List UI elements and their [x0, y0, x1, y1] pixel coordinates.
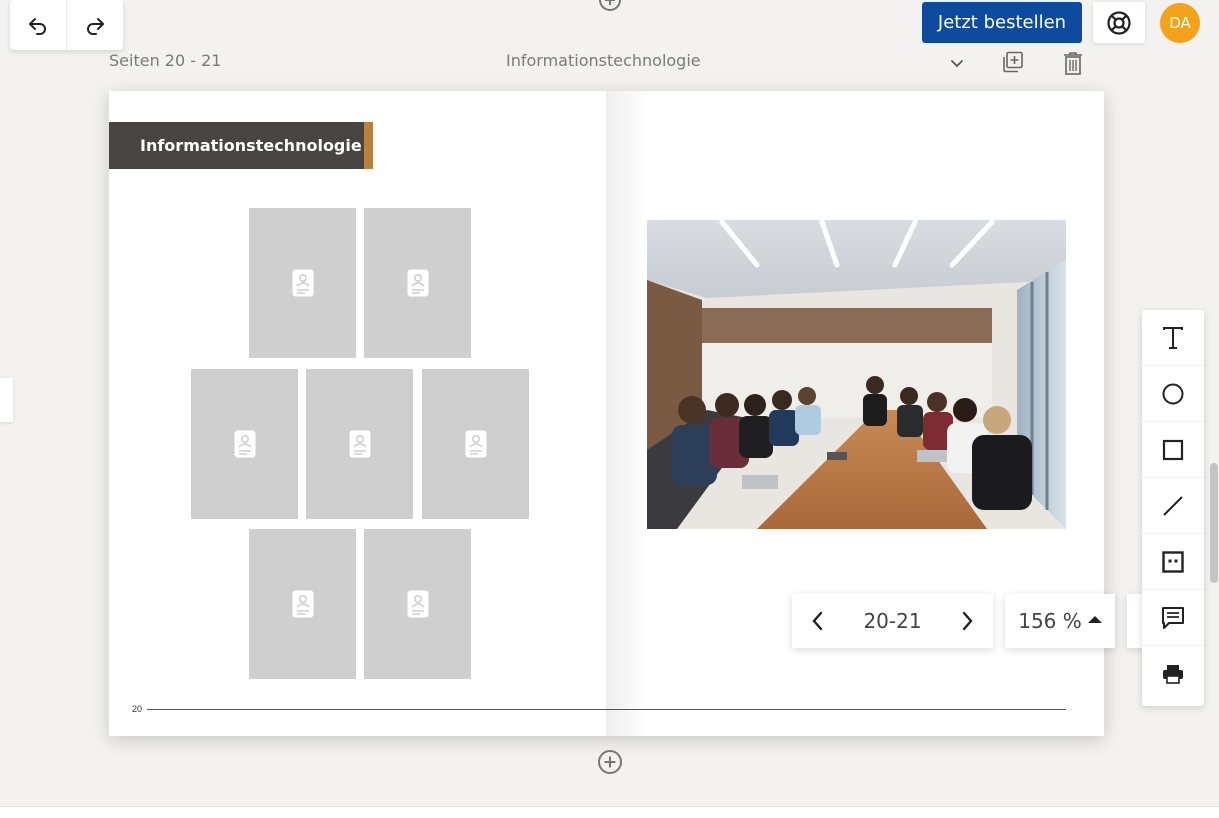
plus-circle-icon: [598, 750, 622, 774]
placeholder-frame-icon: [1162, 550, 1184, 573]
heading-accent: [364, 122, 373, 169]
undo-redo-group: [10, 0, 123, 50]
circle-icon: [1162, 383, 1184, 404]
spread-title: Informationstechnologie: [506, 51, 701, 70]
photo-slot[interactable]: [249, 208, 356, 358]
spread-collapse-button[interactable]: [947, 53, 967, 73]
photo-slot[interactable]: [422, 369, 529, 519]
photo-placeholder-icon: [349, 430, 370, 458]
add-page-top-button[interactable]: [598, 0, 622, 12]
photo-slot[interactable]: [191, 369, 298, 519]
line-tool-button[interactable]: [1142, 478, 1204, 534]
photo-slot[interactable]: [249, 529, 356, 679]
photo-slot[interactable]: [306, 369, 413, 519]
plus-circle-icon: [599, 0, 621, 11]
text-tool-button[interactable]: [1142, 310, 1204, 366]
caret-up-icon: [1087, 616, 1102, 623]
photo-placeholder-icon: [465, 430, 486, 458]
next-page-button[interactable]: [941, 594, 993, 648]
add-page-bottom-button[interactable]: [597, 749, 623, 775]
duplicate-icon: [1003, 51, 1023, 73]
help-button[interactable]: [1093, 2, 1145, 43]
duplicate-spread-button[interactable]: [1001, 50, 1025, 74]
user-avatar[interactable]: DA: [1160, 3, 1200, 43]
page-heading-box[interactable]: Informationstechnologie: [109, 122, 373, 169]
photo-placeholder-icon: [292, 590, 313, 618]
footer-line: [147, 709, 1066, 710]
line-icon: [1163, 495, 1183, 516]
photo-placeholder-icon: [407, 590, 428, 618]
print-tool-button[interactable]: [1142, 646, 1204, 702]
zoom-level: 156 %: [1018, 609, 1082, 633]
page-heading: Informationstechnologie: [140, 136, 362, 155]
square-icon: [1162, 439, 1184, 460]
chevron-left-icon: [812, 611, 823, 631]
zoom-selector[interactable]: 156 %: [1005, 594, 1115, 648]
left-panel-handle[interactable]: [0, 378, 13, 422]
previous-page-button[interactable]: [792, 594, 844, 648]
lifebuoy-icon: [1107, 10, 1131, 35]
chevron-right-icon: [962, 611, 973, 631]
undo-button[interactable]: [10, 0, 66, 50]
tool-palette: [1142, 310, 1204, 706]
bottom-panel: [0, 806, 1219, 818]
photo-slot[interactable]: [364, 208, 471, 358]
meeting-photo[interactable]: [647, 220, 1066, 529]
comment-icon: [1162, 606, 1184, 629]
printer-icon: [1163, 665, 1183, 684]
vertical-scrollbar[interactable]: [1210, 463, 1218, 583]
circle-tool-button[interactable]: [1142, 366, 1204, 422]
page-navigator: 20-21: [792, 594, 993, 648]
photo-placeholder-icon: [407, 269, 428, 297]
page-number: 20: [132, 704, 143, 714]
placeholder-tool-button[interactable]: [1142, 534, 1204, 590]
meeting-photo-image: [647, 220, 1066, 529]
rectangle-tool-button[interactable]: [1142, 422, 1204, 478]
delete-spread-button[interactable]: [1061, 50, 1085, 76]
photo-placeholder-icon: [234, 430, 255, 458]
order-button[interactable]: Jetzt bestellen: [922, 2, 1082, 43]
text-icon: [1163, 326, 1183, 349]
photo-placeholder-icon: [292, 269, 313, 297]
current-pages: 20-21: [863, 609, 922, 633]
undo-icon: [29, 18, 46, 35]
spread-gutter: [606, 91, 646, 736]
redo-button[interactable]: [66, 0, 122, 50]
redo-icon: [86, 18, 104, 35]
pages-label: Seiten 20 - 21: [109, 51, 222, 70]
chevron-down-icon: [951, 60, 963, 68]
photo-slot[interactable]: [364, 529, 471, 679]
trash-icon: [1064, 52, 1082, 75]
comment-tool-button[interactable]: [1142, 590, 1204, 646]
